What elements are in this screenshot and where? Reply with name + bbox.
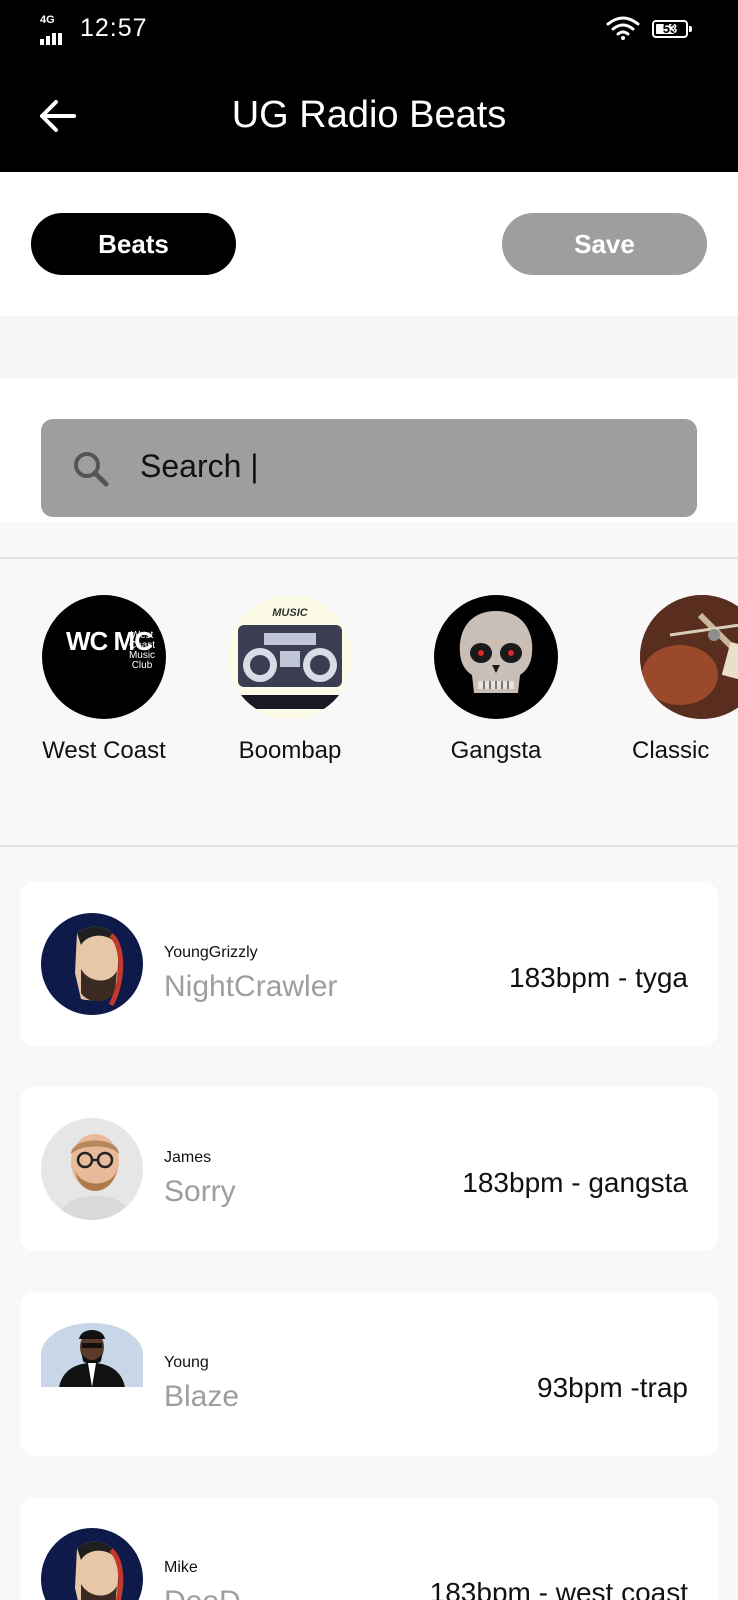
logo-subtitle: West Coast Music Club <box>128 630 156 671</box>
boombox-graphic <box>238 625 342 709</box>
divider <box>0 557 738 559</box>
genre-classic[interactable]: Classic <box>612 595 738 765</box>
tab-beats[interactable]: Beats <box>31 213 236 275</box>
spacer <box>0 316 738 378</box>
genre-carousel[interactable]: WC MC West Coast Music Club West Coast M… <box>0 560 738 844</box>
genre-label: Classic <box>632 737 710 764</box>
beat-list: YoungGrizzly NightCrawler 183bpm - tyga … <box>0 844 738 1600</box>
west-coast-logo: WC MC West Coast Music Club <box>42 595 166 719</box>
tab-save[interactable]: Save <box>502 213 707 275</box>
battery-level: 53 <box>662 21 678 36</box>
genre-boombap[interactable]: MUSIC Boombap <box>200 595 380 765</box>
network-type: 4G <box>40 14 55 26</box>
man-glasses-avatar <box>57 1134 133 1220</box>
battery-icon: 53 <box>652 20 692 38</box>
clock: 12:57 <box>80 14 148 42</box>
beat-info: 183bpm - gangsta <box>462 1167 688 1198</box>
track-title: NightCrawler <box>164 970 338 1003</box>
app-bar: UG Radio Beats <box>0 58 738 172</box>
avatar <box>41 1118 143 1220</box>
skull-icon <box>434 595 558 719</box>
search-input[interactable]: Search | <box>41 419 697 517</box>
page-title: UG Radio Beats <box>231 94 507 136</box>
beat-info: 183bpm - west coast <box>429 1577 688 1600</box>
artist-name: James <box>164 1149 212 1166</box>
genre-label: Boombap <box>238 737 342 764</box>
beat-info: 183bpm - tyga <box>509 962 688 993</box>
search-text: Search | <box>140 448 259 484</box>
artist-name: Young <box>164 1354 209 1371</box>
skull-graphic <box>459 611 533 693</box>
signal-icon <box>40 27 64 45</box>
beat-card[interactable]: James Sorry 183bpm - gangsta <box>20 1087 718 1251</box>
track-title: Sorry <box>164 1175 236 1208</box>
genre-label: West Coast <box>42 737 166 764</box>
status-bar: 4G 12:57 53 <box>0 0 738 58</box>
avatar <box>41 913 143 1015</box>
track-title: DooD <box>164 1585 241 1600</box>
beat-card[interactable]: Mike DooD 183bpm - west coast <box>20 1497 718 1600</box>
avatar <box>41 1323 143 1387</box>
beat-info: 93bpm -trap <box>537 1372 688 1403</box>
instruments-graphic <box>640 595 738 719</box>
beat-card[interactable]: Young Blaze 93bpm -trap <box>20 1292 718 1456</box>
genre-gangsta[interactable]: Gangsta <box>406 595 586 765</box>
tab-bar: Beats Save <box>0 172 738 316</box>
man-sunglasses-avatar <box>41 1323 143 1387</box>
beat-card[interactable]: YoungGrizzly NightCrawler 183bpm - tyga <box>20 882 718 1046</box>
search-section: Search | <box>0 378 738 522</box>
track-title: Blaze <box>164 1380 240 1413</box>
genre-label: Gangsta <box>450 737 542 764</box>
artist-name: Mike <box>164 1559 198 1576</box>
artist-name: YoungGrizzly <box>164 944 258 961</box>
boombox-icon: MUSIC <box>228 595 352 719</box>
search-icon <box>74 452 109 487</box>
bearded-man-avatar <box>75 1541 124 1600</box>
classic-instruments-image <box>640 595 738 719</box>
avatar <box>41 1528 143 1600</box>
bearded-man-avatar <box>75 926 124 1007</box>
wifi-icon <box>606 16 640 40</box>
genre-west-coast[interactable]: WC MC West Coast Music Club West Coast <box>14 595 194 765</box>
